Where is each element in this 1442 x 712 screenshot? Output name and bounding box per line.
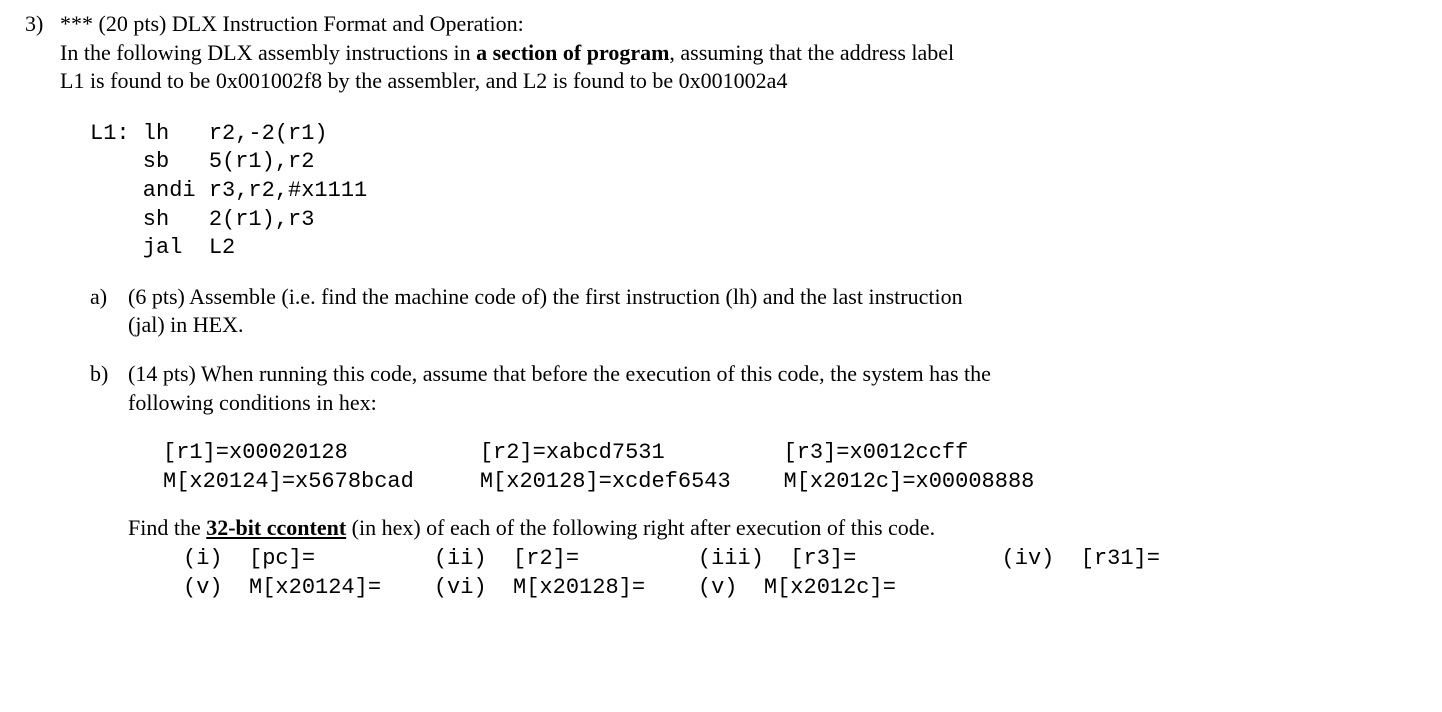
problem-title: DLX Instruction Format and Operation:	[172, 11, 524, 36]
find-1a: Find the	[128, 515, 206, 540]
subpart-a-content: (6 pts) Assemble (i.e. find the machine …	[128, 283, 1417, 340]
subpart-a-label: a)	[90, 283, 128, 340]
subpart-b: b) (14 pts) When running this code, assu…	[90, 360, 1417, 602]
answers-line-2: (v) M[x20124]= (vi) M[x20128]= (v) M[x20…	[183, 574, 1417, 602]
intro-1a: In the following DLX assembly instructio…	[60, 40, 476, 65]
parta-text1: (6 pts) Assemble (i.e. find the machine …	[128, 283, 1417, 312]
find-1b-underline: 32-bit ccontent	[206, 515, 346, 540]
problem-stars: ***	[60, 11, 93, 36]
subpart-a: a) (6 pts) Assemble (i.e. find the machi…	[90, 283, 1417, 340]
answers-line-1: (i) [pc]= (ii) [r2]= (iii) [r3]= (iv) [r…	[183, 545, 1417, 573]
intro-line-2: L1 is found to be 0x001002f8 by the asse…	[60, 67, 1417, 96]
problem-points: (20 pts)	[99, 11, 167, 36]
subpart-b-label: b)	[90, 360, 128, 602]
partb-text2: following conditions in hex:	[128, 389, 1417, 418]
code-block: L1: lh r2,-2(r1) sb 5(r1),r2 andi r3,r2,…	[90, 120, 1417, 263]
find-1c: (in hex) of each of the following right …	[346, 515, 935, 540]
parta-text2: (jal) in HEX.	[128, 311, 1417, 340]
conditions-block: [r1]=x00020128 [r2]=xabcd7531 [r3]=x0012…	[163, 439, 1417, 496]
intro-1c: , assuming that the address label	[669, 40, 954, 65]
intro-line-1: In the following DLX assembly instructio…	[60, 39, 1417, 68]
find-text: Find the 32-bit ccontent (in hex) of eac…	[128, 514, 1417, 543]
problem-header: 3) *** (20 pts) DLX Instruction Format a…	[25, 10, 1417, 602]
subpart-b-content: (14 pts) When running this code, assume …	[128, 360, 1417, 602]
problem-content: *** (20 pts) DLX Instruction Format and …	[60, 10, 1417, 602]
intro-1b-bold: a section of program	[476, 40, 669, 65]
problem-title-line: *** (20 pts) DLX Instruction Format and …	[60, 10, 1417, 39]
problem-number: 3)	[25, 10, 60, 39]
partb-text1: (14 pts) When running this code, assume …	[128, 360, 1417, 389]
